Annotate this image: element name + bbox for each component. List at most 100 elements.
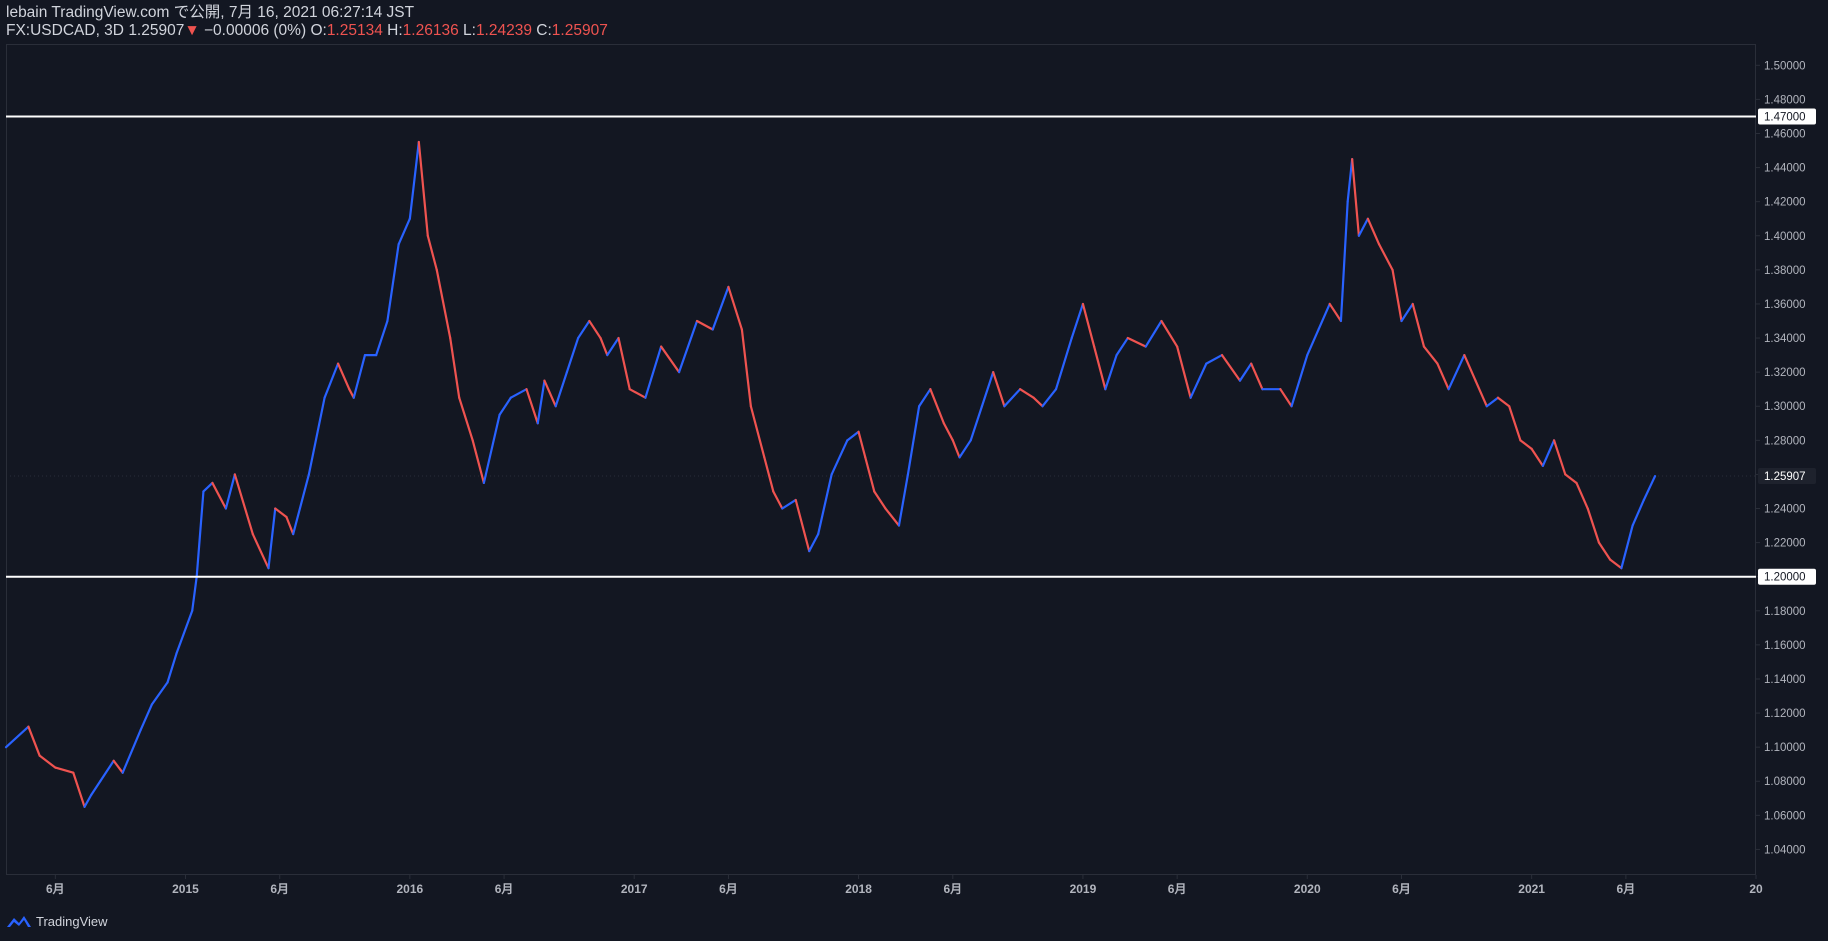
price-segment <box>482 413 501 485</box>
price-segment <box>1541 439 1556 467</box>
time-tick-label: 2021 <box>1518 882 1545 896</box>
price-segment <box>1400 302 1414 323</box>
footer: TradingView <box>6 913 108 929</box>
time-tick-label: 6月 <box>46 882 65 896</box>
price-segment <box>202 481 214 493</box>
price-segment <box>1220 353 1242 382</box>
price-segment <box>1306 328 1320 357</box>
price-segment <box>408 140 420 220</box>
price-segment <box>90 780 102 796</box>
price-tick-label: 1.06000 <box>1764 810 1806 822</box>
price-segment <box>274 507 288 519</box>
price-segment <box>509 388 528 399</box>
price-tick-label: 1.14000 <box>1764 674 1806 686</box>
price-segment <box>846 430 860 442</box>
price-tick-label: 1.44000 <box>1764 163 1806 175</box>
price-segment <box>992 371 1006 408</box>
price-segment <box>864 456 876 493</box>
price-tick-label: 1.16000 <box>1764 640 1806 652</box>
price-segment <box>307 396 326 476</box>
price-tick-label: 1.42000 <box>1764 197 1806 209</box>
price-segment <box>4 725 30 749</box>
time-tick-label: 20 <box>1749 882 1763 896</box>
time-tick-label: 6月 <box>719 882 738 896</box>
price-segment <box>1003 388 1022 408</box>
price-segment <box>1631 498 1645 527</box>
price-segment <box>352 353 367 399</box>
price-segment <box>1019 388 1035 399</box>
price-segment <box>857 430 867 459</box>
price-segment <box>323 362 340 399</box>
price-segment <box>1422 345 1439 365</box>
price-segment <box>224 473 236 510</box>
price-segment <box>139 703 153 732</box>
price-segment <box>336 362 351 391</box>
price-segment <box>958 439 972 459</box>
price-tick-label: 1.46000 <box>1764 128 1806 140</box>
price-segment <box>435 268 452 340</box>
price-tick-label: 1.28000 <box>1764 435 1806 447</box>
brand-label[interactable]: TradingView <box>36 914 108 929</box>
price-segment <box>1160 319 1179 348</box>
time-tick-label: 6月 <box>1168 882 1187 896</box>
price-segment <box>1447 353 1466 391</box>
price-segment <box>543 379 557 408</box>
price-segment <box>644 345 663 399</box>
last-price-label: 1.25907 <box>1764 471 1806 483</box>
price-segment <box>38 754 57 769</box>
price-segment <box>677 319 699 374</box>
price-tick-label: 1.24000 <box>1764 504 1806 516</box>
price-segment <box>251 532 270 570</box>
price-segment <box>817 473 833 536</box>
price-segment <box>830 439 849 476</box>
price-segment <box>1205 353 1224 365</box>
price-segment <box>27 725 41 757</box>
price-segment <box>1144 319 1163 348</box>
price-segment <box>1609 558 1623 570</box>
price-segment <box>794 498 811 553</box>
time-tick-label: 2015 <box>172 882 199 896</box>
time-tick-label: 2020 <box>1294 882 1321 896</box>
price-segment <box>918 388 932 408</box>
price-segment <box>588 319 602 340</box>
price-segment <box>727 285 743 331</box>
price-segment <box>873 490 887 510</box>
price-tick-label: 1.34000 <box>1764 333 1806 345</box>
price-segment <box>599 336 609 357</box>
price-segment <box>1238 362 1253 382</box>
price-segment <box>83 793 93 808</box>
price-segment <box>536 379 546 425</box>
price-segment <box>1485 396 1500 408</box>
price-segment <box>1586 507 1601 544</box>
price-segment <box>1474 379 1488 408</box>
level-label: 1.20000 <box>1764 572 1806 584</box>
time-tick-label: 6月 <box>1392 882 1411 896</box>
price-segment <box>1081 302 1096 348</box>
price-segment <box>397 217 411 246</box>
price-tick-label: 1.36000 <box>1764 299 1806 311</box>
price-segment <box>1391 268 1403 323</box>
price-segment <box>112 759 124 774</box>
tradingview-logo-icon[interactable] <box>6 913 32 929</box>
price-segment <box>628 388 647 399</box>
price-tick-label: 1.32000 <box>1764 367 1806 379</box>
price-segment <box>606 336 620 357</box>
price-segment <box>1104 353 1118 391</box>
time-tick-label: 2016 <box>396 882 423 896</box>
time-tick-label: 6月 <box>270 882 289 896</box>
price-segment <box>1279 388 1293 408</box>
price-segment <box>191 575 198 612</box>
price-chart[interactable]: 1.50000 1.48000 1.46000 1.44000 1.42000 1.400… <box>0 0 1828 941</box>
price-segment <box>1411 302 1426 348</box>
price-segment <box>577 319 591 340</box>
time-tick-label: 2017 <box>621 882 648 896</box>
price-segment <box>1530 447 1544 467</box>
price-segment <box>1032 396 1044 408</box>
time-tick-label: 2019 <box>1070 882 1097 896</box>
price-tick-label: 1.22000 <box>1764 538 1806 550</box>
price-segment <box>554 371 568 408</box>
price-segment <box>1041 388 1058 408</box>
price-segment <box>660 345 681 374</box>
price-segment <box>1339 200 1349 323</box>
price-segment <box>99 759 115 783</box>
